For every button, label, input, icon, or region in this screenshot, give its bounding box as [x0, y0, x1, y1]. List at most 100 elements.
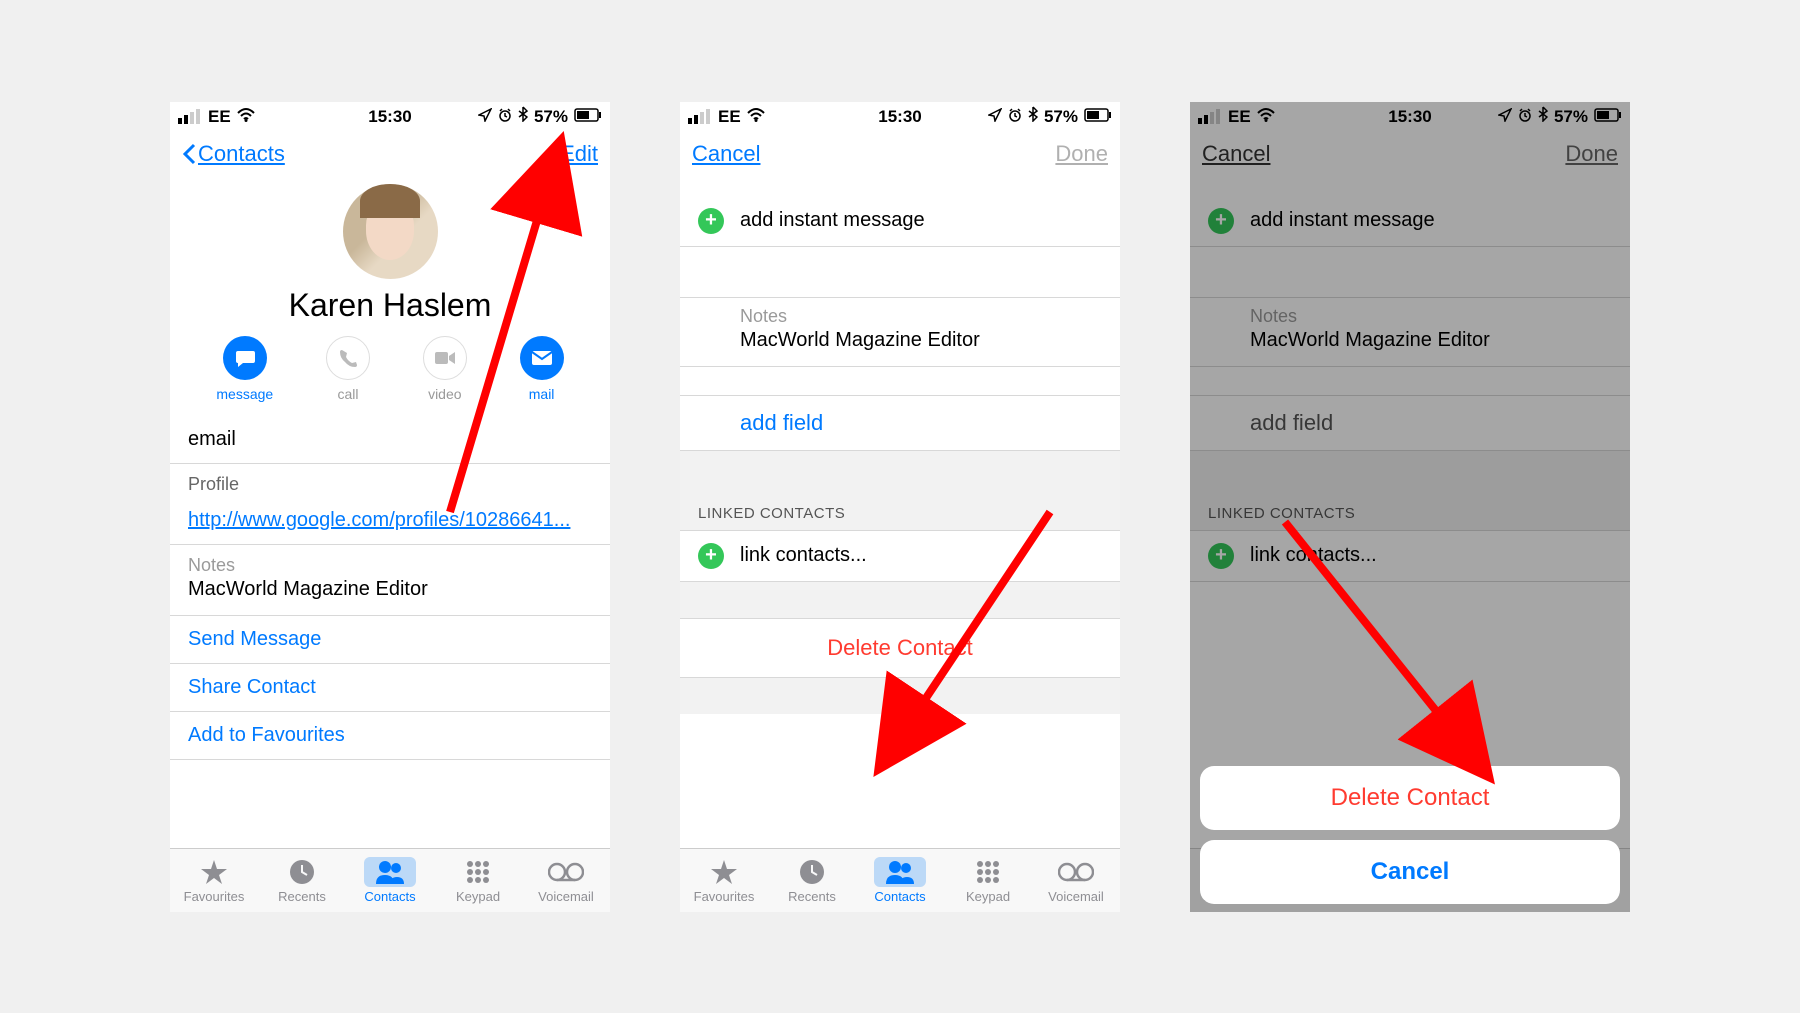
add-instant-message-row[interactable]: + add instant message: [680, 196, 1120, 247]
message-icon: [223, 336, 267, 380]
star-icon: [200, 857, 228, 887]
send-message-row[interactable]: Send Message: [170, 616, 610, 663]
carrier-label: EE: [718, 107, 741, 127]
battery-icon: [1594, 107, 1622, 127]
alarm-icon: [1518, 107, 1532, 127]
notes-row[interactable]: Notes MacWorld Magazine Editor: [680, 297, 1120, 367]
add-field-row: add field: [1190, 395, 1630, 451]
message-action[interactable]: message: [216, 336, 273, 402]
plus-icon: +: [1208, 208, 1234, 234]
mail-action[interactable]: mail: [520, 336, 564, 402]
email-row[interactable]: email: [170, 416, 610, 463]
done-button[interactable]: Done: [1055, 141, 1108, 167]
edit-button[interactable]: Edit: [560, 141, 598, 167]
done-button: Done: [1565, 141, 1618, 167]
bluetooth-icon: [518, 106, 528, 127]
mail-icon: [520, 336, 564, 380]
video-icon: [423, 336, 467, 380]
status-bar: EE 15:30 57%: [680, 102, 1120, 132]
linked-contacts-header: LINKED CONTACTS: [1190, 487, 1630, 530]
location-icon: [1498, 107, 1512, 127]
carrier-label: EE: [1228, 107, 1251, 127]
tab-bar: Favourites Recents Contacts Keypad Voice…: [170, 848, 610, 912]
sheet-cancel-button[interactable]: Cancel: [1200, 840, 1620, 904]
tab-keypad[interactable]: Keypad: [944, 849, 1032, 912]
plus-icon: +: [698, 543, 724, 569]
voicemail-icon: [548, 857, 584, 887]
signal-icon: [688, 109, 712, 124]
link-contacts-row[interactable]: + link contacts...: [680, 530, 1120, 582]
call-action[interactable]: call: [326, 336, 370, 402]
notes-label: Notes: [170, 545, 610, 576]
add-instant-message-row: + add instant message: [1190, 196, 1630, 247]
linked-contacts-header: LINKED CONTACTS: [680, 487, 1120, 530]
plus-icon: +: [1208, 543, 1234, 569]
tab-recents[interactable]: Recents: [768, 849, 856, 912]
video-action[interactable]: video: [423, 336, 467, 402]
alarm-icon: [498, 107, 512, 127]
action-row: message call video mail: [170, 336, 610, 416]
add-field-row[interactable]: add field: [680, 395, 1120, 451]
profile-label: Profile: [170, 464, 610, 497]
battery-pct: 57%: [1554, 107, 1588, 127]
keypad-icon: [465, 857, 491, 887]
contact-name: Karen Haslem: [170, 287, 610, 324]
battery-icon: [574, 107, 602, 127]
cancel-button[interactable]: Cancel: [692, 141, 760, 167]
action-sheet: Delete Contact Cancel: [1200, 756, 1620, 904]
signal-icon: [1198, 109, 1222, 124]
add-favourites-row[interactable]: Add to Favourites: [170, 712, 610, 759]
notes-value: MacWorld Magazine Editor: [170, 576, 610, 615]
status-bar: EE 15:30 57%: [170, 102, 610, 132]
contacts-icon: [874, 857, 926, 887]
wifi-icon: [1257, 107, 1275, 127]
battery-icon: [1084, 107, 1112, 127]
annotation-arrow: [1270, 512, 1490, 777]
screen-delete-confirm: EE 15:30 57% Cancel Done + add instant m…: [1190, 102, 1630, 912]
tab-contacts[interactable]: Contacts: [346, 849, 434, 912]
cancel-button: Cancel: [1202, 141, 1270, 167]
nav-bar: Cancel Done: [680, 132, 1120, 176]
tab-keypad[interactable]: Keypad: [434, 849, 522, 912]
signal-icon: [178, 109, 202, 124]
notes-row: Notes MacWorld Magazine Editor: [1190, 297, 1630, 367]
keypad-icon: [975, 857, 1001, 887]
clock: 15:30: [878, 107, 921, 127]
wifi-icon: [237, 107, 255, 127]
tab-recents[interactable]: Recents: [258, 849, 346, 912]
clock-icon: [289, 857, 315, 887]
clock: 15:30: [1388, 107, 1431, 127]
screen-edit-contact: EE 15:30 57% Cancel Done + add instant m…: [680, 102, 1120, 912]
tab-contacts[interactable]: Contacts: [856, 849, 944, 912]
contacts-icon: [364, 857, 416, 887]
status-bar: EE 15:30 57%: [1190, 102, 1630, 132]
voicemail-icon: [1058, 857, 1094, 887]
alarm-icon: [1008, 107, 1022, 127]
star-icon: [710, 857, 738, 887]
profile-url[interactable]: http://www.google.com/profiles/10286641.…: [170, 497, 610, 544]
back-contacts-link[interactable]: Contacts: [182, 141, 285, 167]
bluetooth-icon: [1538, 106, 1548, 127]
tab-bar: Favourites Recents Contacts Keypad Voice…: [680, 848, 1120, 912]
battery-pct: 57%: [534, 107, 568, 127]
tab-voicemail[interactable]: Voicemail: [1032, 849, 1120, 912]
clock: 15:30: [368, 107, 411, 127]
nav-bar: Contacts Edit: [170, 132, 610, 176]
share-contact-row[interactable]: Share Contact: [170, 664, 610, 711]
location-icon: [478, 107, 492, 127]
tab-favourites[interactable]: Favourites: [170, 849, 258, 912]
sheet-delete-button[interactable]: Delete Contact: [1200, 766, 1620, 830]
battery-pct: 57%: [1044, 107, 1078, 127]
tab-voicemail[interactable]: Voicemail: [522, 849, 610, 912]
carrier-label: EE: [208, 107, 231, 127]
screen-contact-detail: EE 15:30 57% Contacts Edit Karen Haslem …: [170, 102, 610, 912]
wifi-icon: [747, 107, 765, 127]
plus-icon: +: [698, 208, 724, 234]
avatar: [343, 184, 438, 279]
location-icon: [988, 107, 1002, 127]
delete-contact-row[interactable]: Delete Contact: [680, 618, 1120, 678]
clock-icon: [799, 857, 825, 887]
nav-bar: Cancel Done: [1190, 132, 1630, 176]
tab-favourites[interactable]: Favourites: [680, 849, 768, 912]
bluetooth-icon: [1028, 106, 1038, 127]
